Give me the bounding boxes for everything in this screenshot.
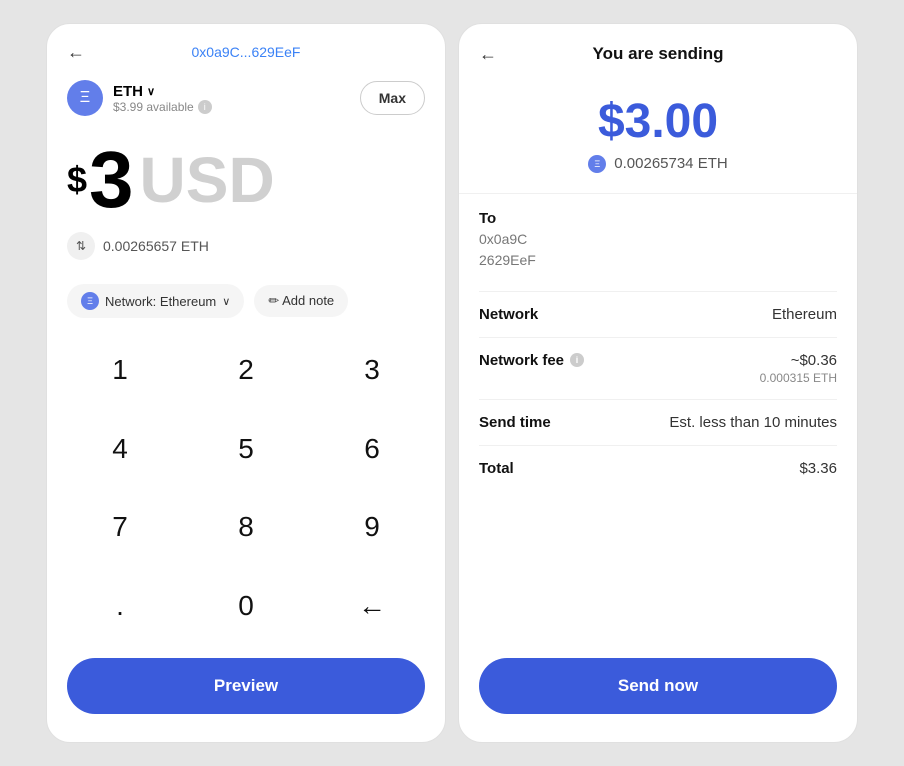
numpad-key-2[interactable]: 2 — [183, 334, 309, 406]
network-detail-label: Network — [479, 306, 538, 323]
dollar-sign: $ — [67, 159, 87, 201]
send-amount-screen: ← 0x0a9C...629EeF Ξ ETH ∨ $3.99 availabl… — [46, 23, 446, 743]
numpad-key-3[interactable]: 3 — [309, 334, 435, 406]
options-row: Ξ Network: Ethereum ∨ ✏ Add note — [47, 276, 445, 334]
numpad-key-dot[interactable]: . — [57, 570, 183, 642]
add-note-button[interactable]: ✏ Add note — [254, 285, 348, 317]
send-time-value: Est. less than 10 minutes — [669, 414, 837, 431]
numpad-key-9[interactable]: 9 — [309, 491, 435, 563]
numpad-key-8[interactable]: 8 — [183, 491, 309, 563]
network-chevron-icon: ∨ — [222, 295, 230, 308]
numpad-key-6[interactable]: 6 — [309, 413, 435, 485]
numpad-key-7[interactable]: 7 — [57, 491, 183, 563]
amount-display: $ 3 USD — [47, 124, 445, 228]
recipient-address-line1: 0x0a9C — [479, 229, 837, 250]
screen2-title: You are sending — [593, 44, 724, 64]
token-name[interactable]: ETH ∨ — [113, 83, 212, 100]
eth-token-icon: Ξ — [67, 80, 103, 116]
fee-detail-row: Network fee i ~$0.36 0.000315 ETH — [479, 337, 837, 399]
numpad-key-1[interactable]: 1 — [57, 334, 183, 406]
info-icon[interactable]: i — [198, 100, 212, 114]
sending-eth-row: Ξ 0.00265734 ETH — [588, 155, 727, 173]
fee-info-icon[interactable]: i — [570, 353, 584, 367]
send-time-row: Send time Est. less than 10 minutes — [479, 399, 837, 445]
numpad-key-4[interactable]: 4 — [57, 413, 183, 485]
network-label: Network: Ethereum — [105, 294, 216, 309]
numpad-key-5[interactable]: 5 — [183, 413, 309, 485]
token-info: Ξ ETH ∨ $3.99 available i — [67, 80, 212, 116]
swap-icon[interactable]: ⇅ — [67, 232, 95, 260]
token-available: $3.99 available i — [113, 100, 212, 114]
token-selector-row: Ξ ETH ∨ $3.99 available i Max — [47, 72, 445, 124]
numpad: 123 456 789.0← — [47, 334, 445, 648]
token-chevron-icon: ∨ — [147, 85, 155, 98]
sending-amount-section: $3.00 Ξ 0.00265734 ETH — [459, 80, 857, 194]
total-value: $3.36 — [799, 460, 837, 477]
amount-number: 3 — [89, 140, 134, 220]
back-button-2[interactable]: ← — [479, 44, 497, 65]
network-detail-value: Ethereum — [772, 306, 837, 323]
fee-detail-label: Network fee i — [479, 352, 584, 369]
screen1-header: ← 0x0a9C...629EeF — [47, 24, 445, 72]
screen2-header: ← You are sending — [459, 24, 857, 80]
total-row: Total $3.36 — [479, 445, 837, 491]
numpad-key-backspace[interactable]: ← — [309, 570, 435, 642]
send-now-button[interactable]: Send now — [479, 658, 837, 714]
eth-amount: 0.00265657 ETH — [103, 238, 209, 254]
details-section: To 0x0a9C 2629EeF Network Ethereum Netwo… — [459, 194, 857, 648]
preview-button[interactable]: Preview — [67, 658, 425, 714]
network-eth-icon: Ξ — [81, 292, 99, 310]
sending-eth-amount: 0.00265734 ETH — [614, 155, 727, 172]
amount-currency: USD — [140, 148, 275, 212]
to-label: To — [479, 210, 837, 227]
recipient-address-line2: 2629EeF — [479, 250, 837, 271]
max-button[interactable]: Max — [360, 81, 425, 115]
sending-usd-amount: $3.00 — [598, 96, 718, 149]
fee-detail-eth: 0.000315 ETH — [760, 371, 837, 385]
network-detail-row: Network Ethereum — [479, 291, 837, 337]
total-label: Total — [479, 460, 514, 477]
numpad-key-0[interactable]: 0 — [183, 570, 309, 642]
fee-detail-value: ~$0.36 — [760, 352, 837, 369]
send-time-label: Send time — [479, 414, 551, 431]
eth-equivalent-row: ⇅ 0.00265657 ETH — [47, 228, 445, 276]
token-details: ETH ∨ $3.99 available i — [113, 83, 212, 114]
recipient-address[interactable]: 0x0a9C...629EeF — [192, 44, 301, 60]
back-button-1[interactable]: ← — [67, 42, 85, 63]
recipient-detail: To 0x0a9C 2629EeF — [479, 210, 837, 271]
sending-eth-icon: Ξ — [588, 155, 606, 173]
send-confirm-screen: ← You are sending $3.00 Ξ 0.00265734 ETH… — [458, 23, 858, 743]
network-button[interactable]: Ξ Network: Ethereum ∨ — [67, 284, 244, 318]
